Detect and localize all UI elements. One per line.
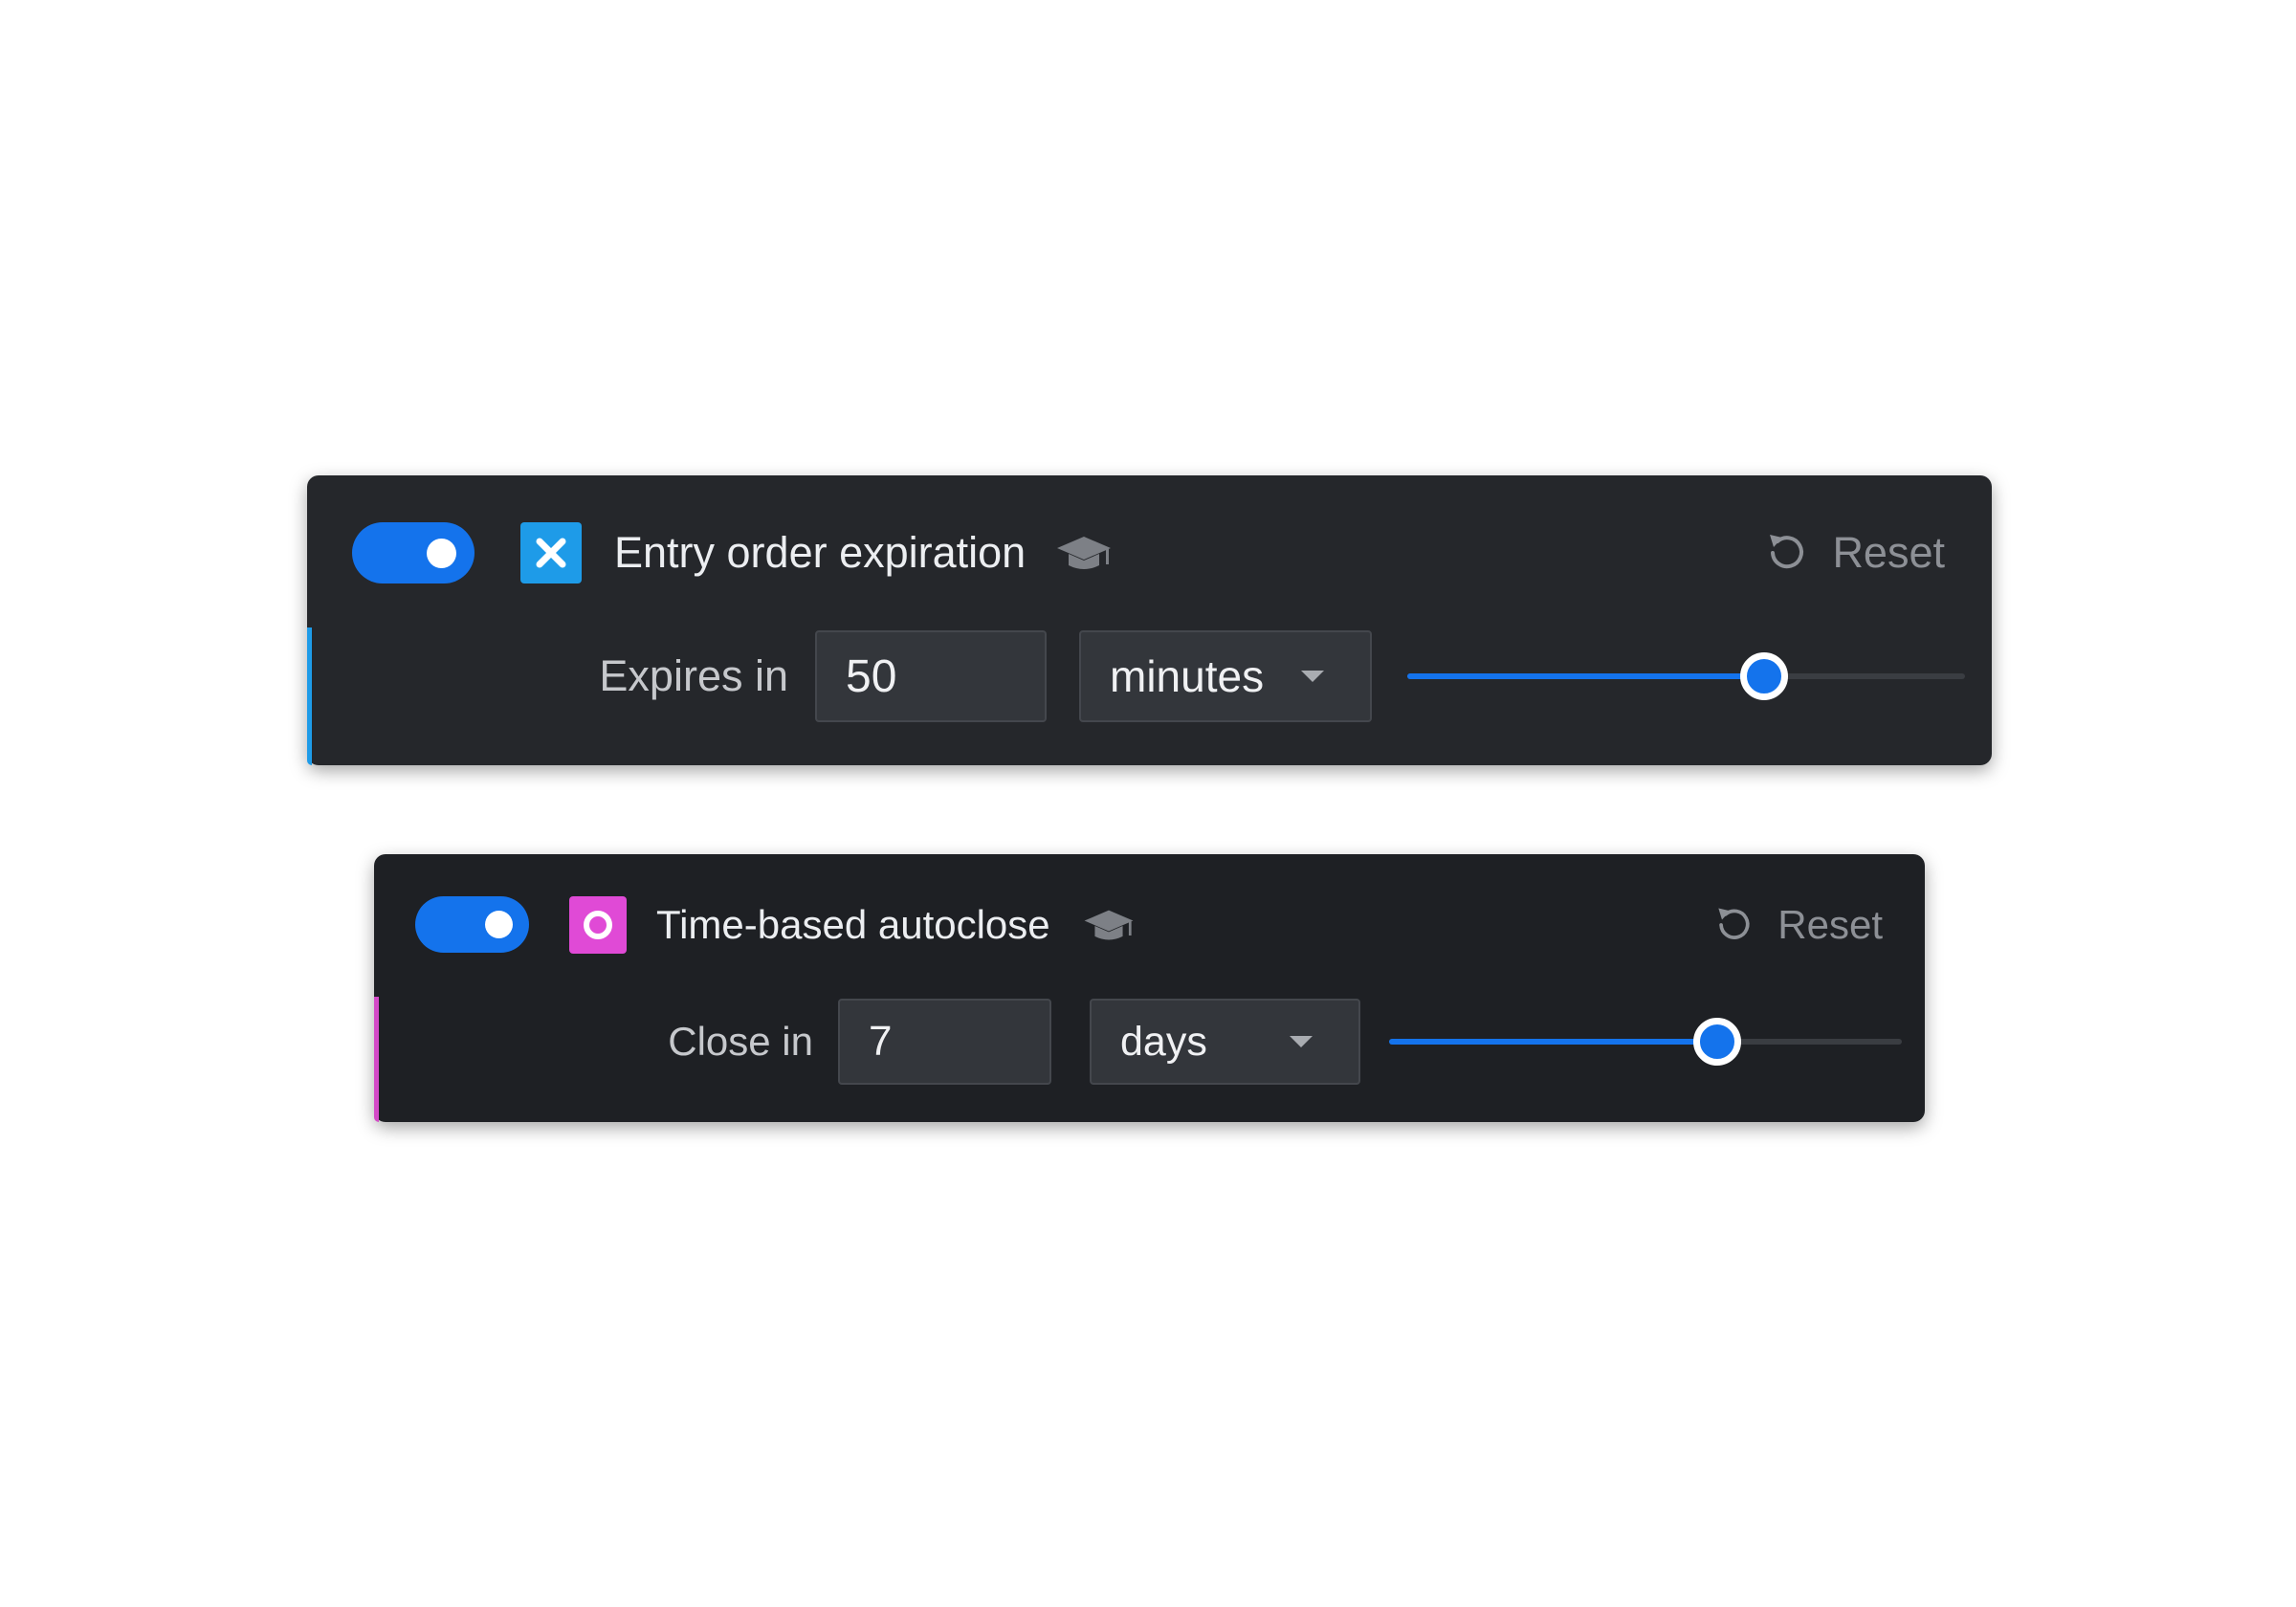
reset-button[interactable]: Reset	[1711, 896, 1883, 954]
toggle-knob	[485, 911, 513, 938]
accent-bar	[307, 627, 312, 765]
x-close-icon	[520, 522, 582, 583]
unit-select[interactable]: days	[1090, 999, 1360, 1085]
unit-select[interactable]: minutes	[1079, 630, 1372, 722]
reset-icon	[1770, 535, 1804, 569]
graduation-cap-icon[interactable]	[1055, 533, 1113, 575]
close-value-input[interactable]	[838, 999, 1051, 1085]
slider-thumb[interactable]	[1693, 1018, 1742, 1066]
unit-select-value: days	[1120, 1018, 1207, 1065]
enable-toggle[interactable]	[352, 522, 475, 583]
duration-slider[interactable]	[1389, 999, 1902, 1085]
entry-order-expiration-panel: Entry order expiration Reset Expires in …	[307, 475, 1992, 765]
expires-in-label: Expires in	[599, 651, 788, 700]
enable-toggle[interactable]	[415, 896, 529, 953]
time-based-autoclose-panel: Time-based autoclose Reset Close in days	[374, 854, 1925, 1122]
panel-title: Time-based autoclose	[656, 902, 1050, 947]
duration-slider[interactable]	[1407, 630, 1965, 722]
close-in-label: Close in	[668, 1019, 813, 1064]
ring-icon	[569, 896, 627, 954]
reset-label: Reset	[1832, 528, 1945, 577]
slider-fill	[1407, 673, 1765, 679]
graduation-cap-icon[interactable]	[1082, 907, 1136, 945]
accent-bar	[374, 997, 379, 1122]
slider-thumb[interactable]	[1740, 652, 1789, 700]
chevron-down-icon	[1290, 1036, 1313, 1047]
unit-select-value: minutes	[1110, 651, 1265, 701]
chevron-down-icon	[1301, 671, 1324, 682]
toggle-knob	[427, 539, 456, 568]
reset-icon	[1718, 908, 1750, 939]
panel-title: Entry order expiration	[614, 528, 1027, 577]
reset-label: Reset	[1777, 902, 1883, 947]
reset-button[interactable]: Reset	[1761, 522, 1945, 583]
slider-fill	[1389, 1039, 1718, 1045]
expires-value-input[interactable]	[815, 630, 1047, 722]
